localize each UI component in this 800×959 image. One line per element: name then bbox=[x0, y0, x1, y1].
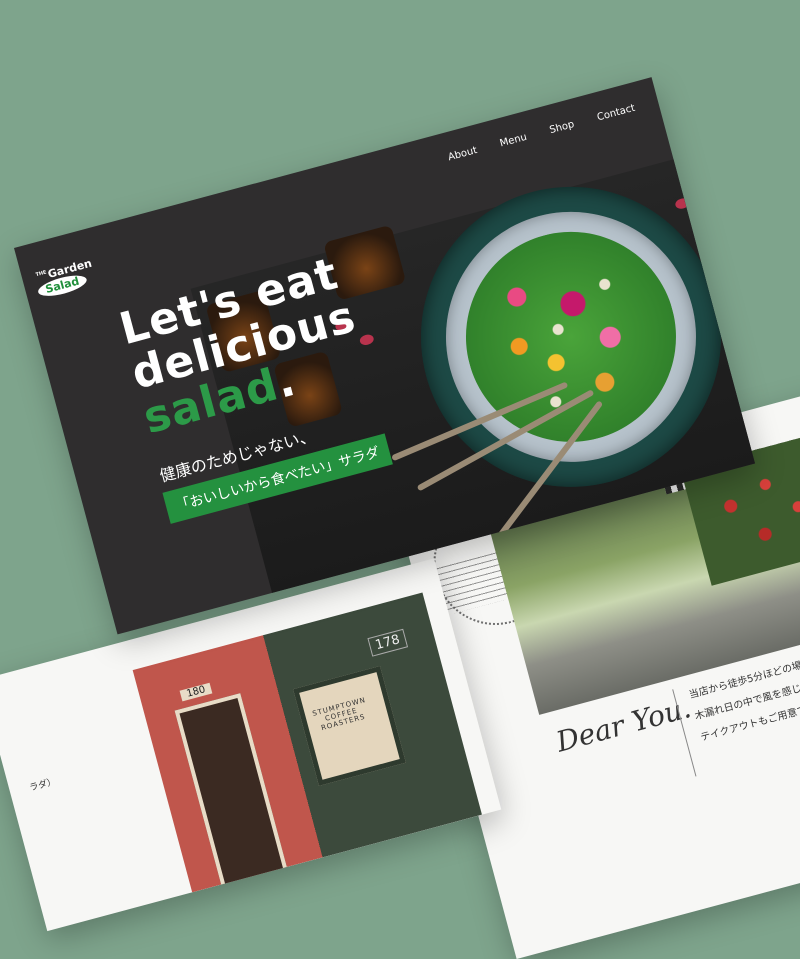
nav-shop[interactable]: Shop bbox=[548, 119, 575, 136]
storefront-photo: 180 178 STUMPTOWN COFFEE ROASTERS bbox=[132, 592, 482, 893]
main-nav: About Menu Shop Contact bbox=[447, 103, 636, 164]
storefront-page-card: ラダ） 180 178 STUMPTOWN COFFEE ROASTERS bbox=[0, 558, 502, 932]
rose-petal bbox=[674, 196, 691, 211]
salad bbox=[442, 208, 700, 466]
nav-menu[interactable]: Menu bbox=[499, 132, 528, 150]
partial-text: ラダ） bbox=[28, 776, 58, 794]
door-number: 180 bbox=[179, 682, 213, 702]
door bbox=[174, 693, 289, 893]
nav-about[interactable]: About bbox=[447, 145, 478, 163]
nav-contact[interactable]: Contact bbox=[596, 103, 636, 124]
plate bbox=[387, 153, 755, 521]
window-number: 178 bbox=[367, 628, 408, 657]
logo-the: THE bbox=[35, 269, 48, 279]
garden-salad-logo[interactable]: THEGarden Salad bbox=[29, 257, 95, 303]
